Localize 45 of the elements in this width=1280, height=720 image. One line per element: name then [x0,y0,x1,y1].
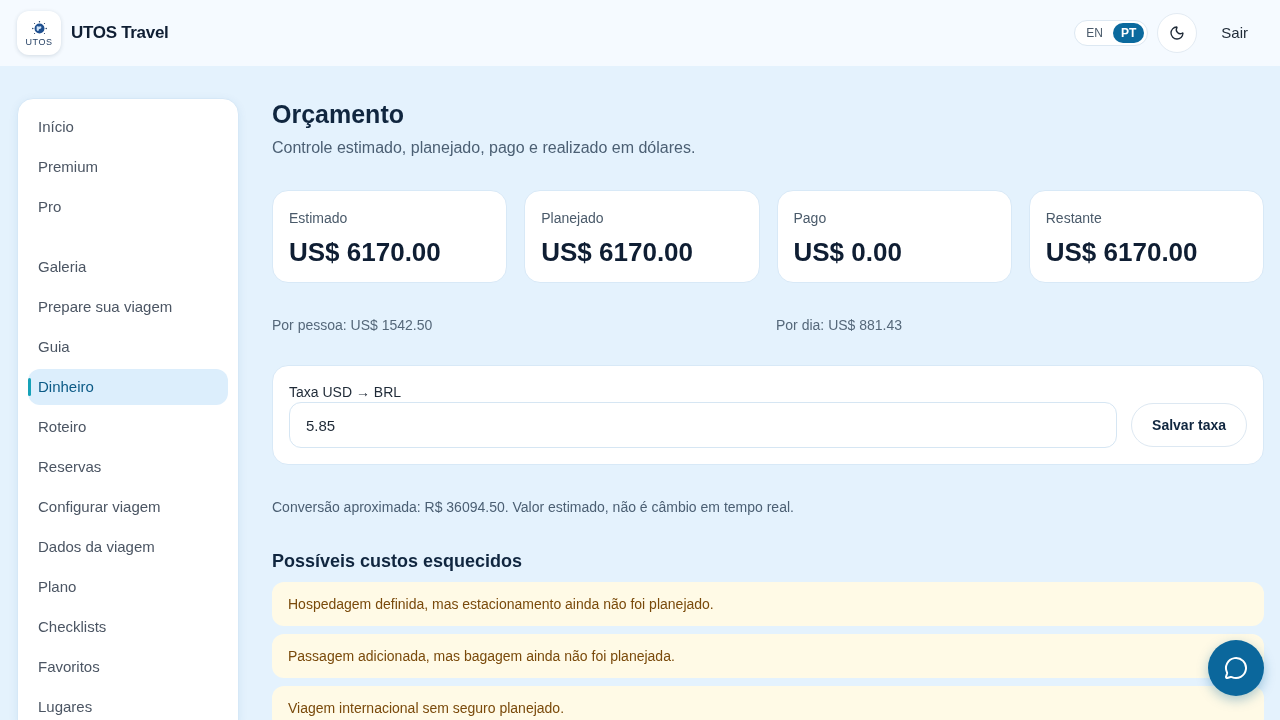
section-heading: Possíveis custos esquecidos [272,550,524,573]
theme-toggle-button[interactable] [1157,13,1198,53]
sidebar-item[interactable]: Favoritos [28,649,228,685]
sidebar-item[interactable]: Pro [28,189,228,225]
conversion-note: Conversão aproximada: R$ 36094.50. Valor estimado, não é câmbio em tempo real. [272,498,795,517]
chat-icon [1224,656,1248,680]
stat-label: Pago [793,209,828,228]
page-subtitle: Controle estimado, planejado, pago e realizado em dólares. [272,138,697,158]
sidebar-item[interactable]: Dinheiro [28,369,228,405]
sidebar-item[interactable]: Reservas [28,449,228,485]
sidebar-item[interactable]: Galeria [28,249,228,285]
logout-button[interactable]: Sair [1205,13,1264,53]
stat-value: US$ 6170.00 [541,236,695,268]
sidebar-item[interactable]: Premium [28,149,228,185]
stat-label: Restante [1045,209,1103,228]
sidebar-item[interactable]: Configurar viagem [28,489,228,525]
sidebar-item[interactable]: Início [28,109,228,145]
warning-alert: Passagem adicionada, mas bagagem ainda não foi planejada. [272,634,1264,678]
per-person-text: Por pessoa: US$ 1542.50 [272,316,434,335]
stat-label: Estimado [289,209,349,228]
stat-value: US$ 0.00 [793,236,903,268]
sidebar-item[interactable]: Guia [28,329,228,365]
save-rate-button[interactable]: Salvar taxa [1131,403,1247,447]
stat-label: Planejado [541,209,605,228]
logo-text: UTOS [25,36,53,47]
sidebar-item[interactable]: Lugares [28,689,228,720]
per-day-text: Por dia: US$ 881.43 [776,316,904,335]
sidebar-item[interactable]: Dados da viagem [28,529,228,565]
sidebar-item[interactable]: Prepare sua viagem [28,289,228,325]
warning-alert: Viagem internacional sem seguro planejado. [272,686,1264,720]
language-option[interactable]: EN [1078,23,1111,43]
stat-value: US$ 6170.00 [289,236,442,268]
stat-value: US$ 6170.00 [1045,236,1199,268]
active-marker-icon [28,378,31,396]
rate-input[interactable]: 5.85 [289,402,1118,448]
page-title: Orçamento [272,99,405,130]
sidebar-item[interactable]: Plano [28,569,228,605]
language-option[interactable]: PT [1112,23,1145,43]
sidebar-item[interactable]: Checklists [28,609,228,645]
rate-label: Taxa USD → BRL [289,383,403,402]
moon-icon [1169,25,1186,41]
warning-alert: Hospedagem definida, mas estacionamento ainda não foi planejado. [272,582,1264,626]
brand-name: UTOS Travel [71,22,169,45]
sidebar-item[interactable]: Roteiro [28,409,228,445]
globe-icon [30,19,48,37]
